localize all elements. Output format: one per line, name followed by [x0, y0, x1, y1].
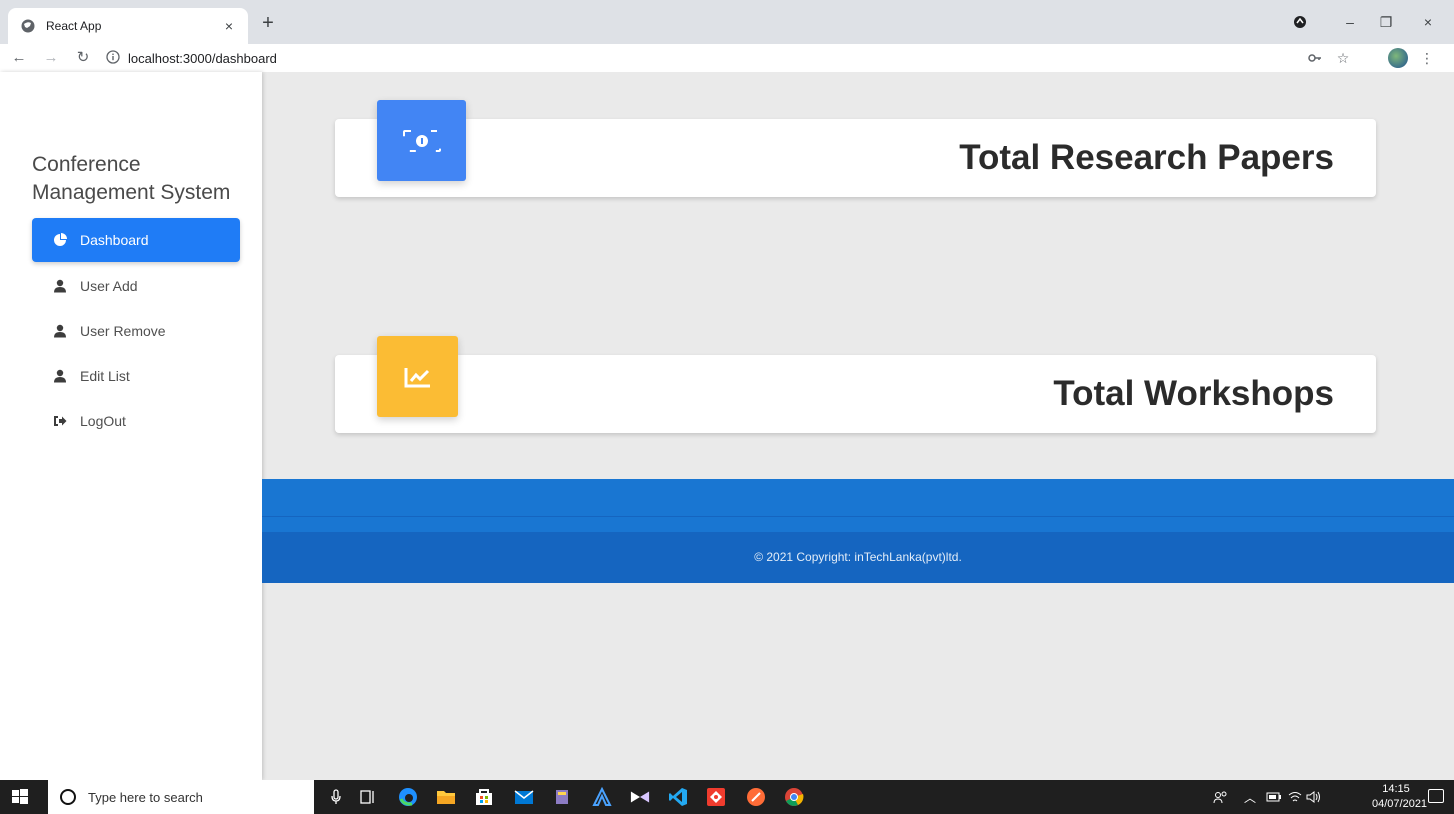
vscode-icon[interactable]: [668, 787, 688, 807]
browser-tab[interactable]: React App ×: [8, 8, 248, 44]
maximize-button[interactable]: ❐: [1368, 8, 1404, 36]
microphone-icon[interactable]: [326, 787, 346, 807]
back-icon[interactable]: ←: [6, 45, 32, 71]
sign-out-icon: [52, 413, 68, 429]
wifi-icon[interactable]: [1288, 780, 1302, 814]
close-window-button[interactable]: ×: [1410, 8, 1446, 36]
more-menu-icon[interactable]: ⋮: [1414, 44, 1440, 72]
address-bar[interactable]: localhost:3000/dashboard: [106, 46, 1286, 70]
windows-taskbar: Type here to search ︿ 14:15 04/07/2021: [0, 780, 1454, 814]
brand-line-1: Conference: [32, 153, 141, 176]
people-icon[interactable]: [1212, 780, 1230, 814]
pie-chart-icon: [52, 232, 68, 248]
key-icon[interactable]: [1302, 44, 1328, 72]
sidebar-item-label: User Add: [80, 278, 138, 294]
visual-studio-icon[interactable]: [630, 787, 650, 807]
sidebar-item-user-add[interactable]: User Add: [32, 264, 240, 308]
info-icon[interactable]: [106, 50, 122, 66]
footer-top-band: [262, 479, 1454, 517]
app-container: Conference Management System Dashboard U…: [0, 72, 1454, 780]
minimize-button[interactable]: –: [1332, 8, 1368, 36]
sidebar-item-label: User Remove: [80, 323, 166, 339]
battery-icon[interactable]: [1266, 780, 1282, 814]
brand-line-2: Management System: [32, 181, 231, 204]
chrome-icon[interactable]: [784, 787, 804, 807]
sidebar-item-edit-list[interactable]: Edit List: [32, 354, 240, 398]
url-text: localhost:3000/dashboard: [128, 50, 277, 66]
avatar[interactable]: [1388, 48, 1408, 68]
cortana-icon: [60, 789, 76, 805]
edge-icon[interactable]: [398, 787, 418, 807]
user-icon: [52, 323, 68, 339]
chevron-up-icon[interactable]: ︿: [1244, 780, 1256, 814]
taskbar-search-input[interactable]: Type here to search: [48, 780, 314, 814]
clock-date: 04/07/2021: [1372, 798, 1428, 810]
tab-close-icon[interactable]: ×: [220, 18, 238, 34]
sidebar-item-label: Dashboard: [80, 232, 149, 248]
task-view-icon[interactable]: [358, 787, 378, 807]
reload-icon[interactable]: ↻: [70, 45, 96, 71]
chrome-account-icon[interactable]: [1282, 8, 1318, 36]
card-title: Total Workshops: [1053, 374, 1334, 413]
file-explorer-icon[interactable]: [436, 787, 456, 807]
git-app-icon[interactable]: [706, 787, 726, 807]
new-tab-button[interactable]: +: [256, 12, 280, 36]
browser-toolbar: ← → ↻ localhost:3000/dashboard ☆ ⋮: [0, 44, 1454, 72]
sidebar: Conference Management System Dashboard U…: [0, 72, 262, 780]
sidebar-item-user-remove[interactable]: User Remove: [32, 309, 240, 353]
search-placeholder: Type here to search: [88, 789, 203, 805]
user-icon: [52, 278, 68, 294]
brand-title: Conference Management System: [32, 151, 252, 207]
store-icon[interactable]: [474, 787, 494, 807]
money-bill-icon: [377, 100, 466, 181]
footer-divider: [262, 517, 1454, 532]
footer-copyright: © 2021 Copyright: inTechLanka(pvt)ltd.: [262, 532, 1454, 583]
mail-icon[interactable]: [514, 787, 534, 807]
bookmark-star-icon[interactable]: ☆: [1330, 44, 1356, 72]
sidebar-item-dashboard[interactable]: Dashboard: [32, 218, 240, 262]
research-papers-card[interactable]: Total Research Papers: [335, 119, 1376, 197]
clock-time: 14:15: [1382, 783, 1410, 795]
card-title: Total Research Papers: [959, 138, 1334, 177]
tab-title: React App: [46, 19, 102, 33]
android-studio-icon[interactable]: [592, 787, 612, 807]
chart-line-icon: [377, 336, 458, 417]
postman-icon[interactable]: [746, 787, 766, 807]
forward-icon[interactable]: →: [38, 45, 64, 71]
windows-start-icon[interactable]: [10, 787, 30, 807]
globe-icon: [20, 18, 36, 34]
volume-icon[interactable]: [1306, 780, 1322, 814]
taskbar-clock[interactable]: 14:15 04/07/2021: [1372, 782, 1428, 812]
notification-icon[interactable]: [1428, 789, 1444, 803]
sidebar-item-label: Edit List: [80, 368, 130, 384]
app-icon[interactable]: [552, 787, 572, 807]
sidebar-item-label: LogOut: [80, 413, 126, 429]
browser-tab-bar: React App × + – ❐ ×: [0, 0, 1454, 44]
workshops-card[interactable]: Total Workshops: [335, 355, 1376, 433]
sidebar-item-logout[interactable]: LogOut: [32, 399, 240, 443]
user-icon: [52, 368, 68, 384]
